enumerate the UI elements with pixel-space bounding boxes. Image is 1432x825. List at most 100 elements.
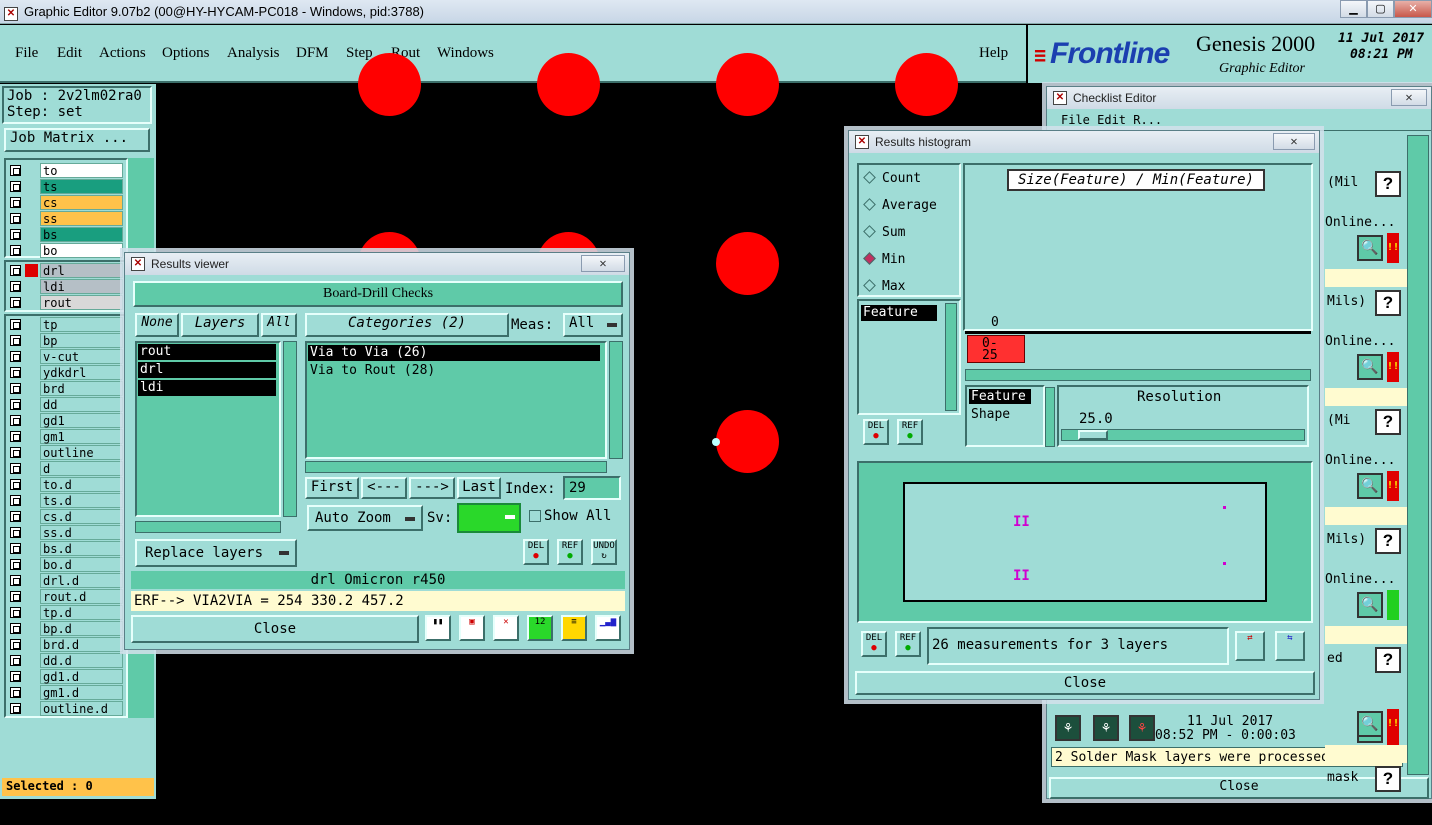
preview-ref-icon[interactable]: REF ●	[895, 631, 921, 657]
layer-name[interactable]: bp	[40, 333, 123, 348]
stat-option-max[interactable]: Max	[863, 279, 905, 294]
hist-ref-icon[interactable]: REF ●	[897, 419, 923, 445]
histogram-icon[interactable]: ▁▃▆	[595, 615, 621, 641]
histogram-close-button[interactable]: Close	[855, 671, 1315, 695]
help-question-icon[interactable]: ?	[1375, 528, 1401, 554]
first-button[interactable]: First	[305, 477, 359, 499]
layer-name[interactable]: dd	[40, 397, 123, 412]
layer-checkbox[interactable]	[10, 671, 21, 682]
layer-checkbox[interactable]	[10, 213, 21, 224]
last-button[interactable]: Last	[457, 477, 501, 499]
menu-dfm[interactable]: DFM	[296, 45, 329, 62]
category-list-hscroll[interactable]	[305, 461, 607, 473]
layer-checkbox[interactable]	[10, 687, 21, 698]
resolution-slider-handle[interactable]	[1078, 430, 1108, 440]
radio-icon[interactable]	[863, 198, 876, 211]
layer-row[interactable]: gd1	[8, 413, 123, 428]
layer-row[interactable]: gd1.d	[8, 669, 123, 684]
menu-options[interactable]: Options	[162, 45, 210, 62]
run-icon[interactable]: ⚘	[1055, 715, 1081, 741]
preview-del-icon[interactable]: DEL ●	[861, 631, 887, 657]
layer-row[interactable]: brd.d	[8, 637, 123, 652]
del-icon[interactable]: DEL ●	[523, 539, 549, 565]
layer-name[interactable]: ts.d	[40, 493, 123, 508]
stat-option-min[interactable]: Min	[863, 252, 905, 267]
layer-name[interactable]: to	[40, 163, 123, 178]
menu-edit[interactable]: Edit	[57, 45, 82, 62]
layer-name[interactable]: rout	[40, 295, 123, 310]
export-icon[interactable]: ⇄	[1235, 631, 1265, 661]
layer-name[interactable]: ss.d	[40, 525, 123, 540]
show-all-checkbox[interactable]	[529, 510, 541, 522]
layer-name[interactable]: brd	[40, 381, 123, 396]
layer-checkbox[interactable]	[10, 607, 21, 618]
layer-checkbox[interactable]	[10, 511, 21, 522]
layer-name[interactable]: ts	[40, 179, 123, 194]
checklist-close-button[interactable]: Close	[1049, 777, 1429, 799]
layer-row[interactable]: bp	[8, 333, 123, 348]
layer-name[interactable]: ldi	[40, 279, 123, 294]
histogram-close-x[interactable]: ✕	[1273, 133, 1315, 150]
layer-name[interactable]: ss	[40, 211, 123, 226]
chart-icon[interactable]: ▮▮	[425, 615, 451, 641]
layer-name[interactable]: drl.d	[40, 573, 123, 588]
layer-row[interactable]: dd	[8, 397, 123, 412]
layer-row[interactable]: gm1	[8, 429, 123, 444]
layer-checkbox[interactable]	[10, 703, 21, 714]
report-icon[interactable]: ▣	[459, 615, 485, 641]
radio-icon[interactable]	[863, 279, 876, 292]
zoom-icon[interactable]: 🔍	[1357, 235, 1383, 261]
layer-name[interactable]: ydkdrl	[40, 365, 123, 380]
layer-row[interactable]: bs	[8, 227, 123, 242]
layer-name[interactable]: cs	[40, 195, 123, 210]
sv-color-dropdown[interactable]	[457, 503, 521, 533]
hist-del-icon[interactable]: DEL ●	[863, 419, 889, 445]
layer-row[interactable]: rout	[8, 295, 123, 310]
layer-checkbox[interactable]	[10, 591, 21, 602]
resolution-slider[interactable]	[1061, 429, 1305, 441]
layer-checkbox[interactable]	[10, 383, 21, 394]
layer-row[interactable]: ldi	[8, 279, 123, 294]
stat-option-sum[interactable]: Sum	[863, 225, 905, 240]
layer-row[interactable]: d	[8, 461, 123, 476]
layer-name[interactable]: tp.d	[40, 605, 123, 620]
layer-checkbox[interactable]	[10, 245, 21, 256]
layer-row[interactable]: cs.d	[8, 509, 123, 524]
layer-row[interactable]: ss	[8, 211, 123, 226]
radio-icon[interactable]	[863, 225, 876, 238]
help-question-icon[interactable]: ?	[1375, 409, 1401, 435]
layer-name[interactable]: dd.d	[40, 653, 123, 668]
layer-row[interactable]: tp.d	[8, 605, 123, 620]
layer-checkbox[interactable]	[10, 655, 21, 666]
checklist-menu[interactable]: File Edit R...	[1061, 113, 1162, 127]
layer-checkbox[interactable]	[10, 479, 21, 490]
layer-name[interactable]: cs.d	[40, 509, 123, 524]
layer-row[interactable]: dd.d	[8, 653, 123, 668]
checklist-scrollbar[interactable]	[1407, 135, 1429, 775]
layer-row[interactable]: bo.d	[8, 557, 123, 572]
minimize-button[interactable]: ▁	[1340, 0, 1367, 18]
layer-row[interactable]: bo	[8, 243, 123, 258]
layer-row[interactable]: gm1.d	[8, 685, 123, 700]
layer-checkbox[interactable]	[10, 335, 21, 346]
layer-checkbox[interactable]	[10, 575, 21, 586]
menu-actions[interactable]: Actions	[99, 45, 146, 62]
category-list-vscroll[interactable]	[609, 341, 623, 459]
online-link[interactable]: Online...	[1325, 453, 1395, 468]
help-question-icon[interactable]: ?	[1375, 766, 1401, 792]
layer-row[interactable]: brd	[8, 381, 123, 396]
close-window-button[interactable]: ✕	[1394, 0, 1432, 18]
feature-list-item[interactable]: Feature	[861, 305, 937, 321]
layer-list-hscroll[interactable]	[135, 521, 281, 533]
layer-checkbox[interactable]	[10, 197, 21, 208]
maximize-button[interactable]: ▢	[1367, 0, 1394, 18]
layer-list-item[interactable]: rout	[138, 344, 276, 360]
layer-name[interactable]: v-cut	[40, 349, 123, 364]
board-preview[interactable]: II II	[903, 482, 1267, 602]
category-list-item[interactable]: Via to Via (26)	[308, 345, 600, 361]
zoom-icon[interactable]: 🔍	[1357, 592, 1383, 618]
layer-checkbox[interactable]	[10, 623, 21, 634]
layer-name[interactable]: gm1.d	[40, 685, 123, 700]
layer-row[interactable]: drl.d	[8, 573, 123, 588]
menu-file[interactable]: File	[15, 45, 38, 62]
